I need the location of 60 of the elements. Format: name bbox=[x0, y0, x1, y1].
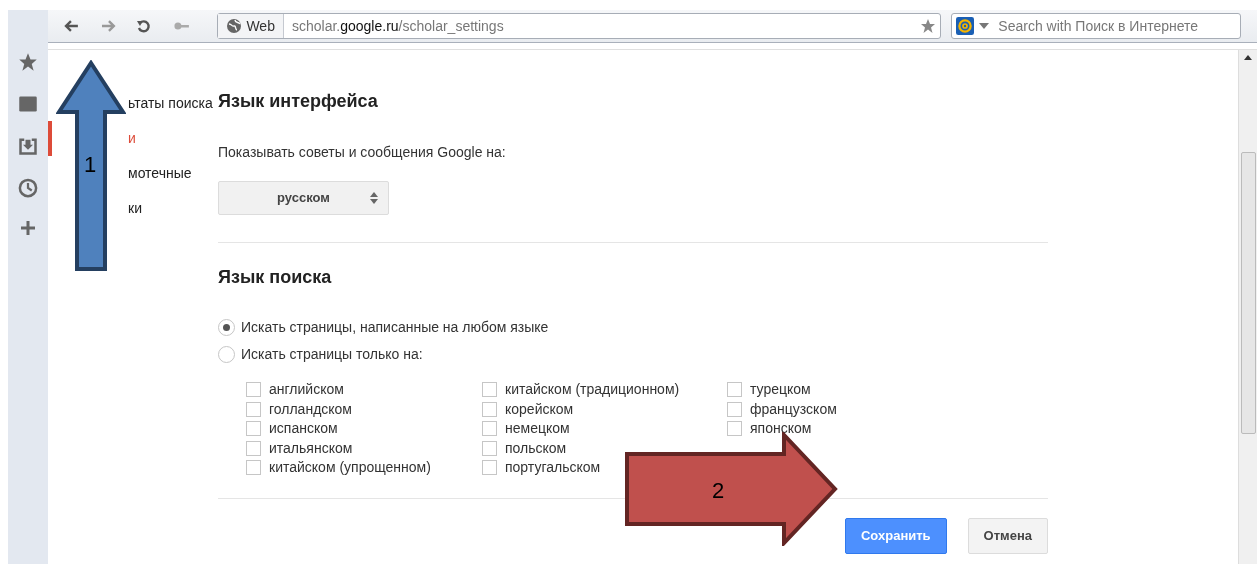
checkbox-label: японском bbox=[750, 419, 812, 439]
radio-button[interactable] bbox=[218, 319, 235, 336]
settings-nav-item[interactable]: и bbox=[128, 128, 136, 149]
checkbox[interactable] bbox=[482, 421, 497, 437]
section-heading: Язык поиска bbox=[218, 266, 333, 289]
download-icon[interactable] bbox=[18, 136, 38, 156]
scroll-up-arrow-icon[interactable] bbox=[1244, 55, 1252, 60]
globe-icon bbox=[226, 18, 243, 34]
caret-icon[interactable] bbox=[979, 23, 990, 29]
checkbox[interactable] bbox=[246, 460, 261, 476]
site-info-chip[interactable]: Web bbox=[218, 14, 284, 38]
clock-icon[interactable] bbox=[18, 178, 38, 198]
up-down-caret-icon bbox=[370, 192, 378, 204]
cancel-button[interactable]: Отмена bbox=[967, 517, 1048, 554]
radio-label: Искать страницы, написанные на любом языке bbox=[241, 318, 549, 337]
checkbox[interactable] bbox=[727, 421, 742, 437]
checkbox-label: португальском bbox=[505, 458, 601, 478]
checkbox-label: голландском bbox=[269, 399, 352, 419]
checkbox-label: корейском bbox=[505, 399, 574, 419]
url-text: scholar.google.ru/scholar_settings bbox=[290, 16, 505, 36]
prompt-text: Показывать советы и сообщения Google на: bbox=[218, 143, 507, 162]
star-icon[interactable] bbox=[920, 18, 937, 34]
checkbox[interactable] bbox=[246, 382, 261, 398]
radio-button[interactable] bbox=[218, 346, 235, 363]
search-placeholder: Search with Поиск в Интернете bbox=[998, 16, 1199, 36]
reload-icon[interactable] bbox=[135, 18, 152, 34]
checkbox-label: китайском (упрощенном) bbox=[269, 458, 431, 478]
settings-nav-item[interactable]: ьтаты поиска bbox=[128, 93, 213, 114]
search-field[interactable]: Search with Поиск в Интернете bbox=[951, 13, 1241, 39]
plus-icon[interactable] bbox=[20, 220, 36, 236]
checkbox[interactable] bbox=[482, 460, 497, 476]
selection-bar bbox=[48, 121, 52, 156]
checkbox[interactable] bbox=[482, 440, 497, 456]
checkbox-label: испанском bbox=[269, 419, 338, 439]
language-select[interactable]: русском bbox=[218, 181, 389, 215]
checkbox-label: французском bbox=[750, 399, 837, 419]
annotation-number: 1 bbox=[84, 152, 97, 177]
settings-nav-item[interactable]: мотечные bbox=[128, 163, 192, 184]
radio-label: Искать страницы только на: bbox=[241, 345, 423, 364]
address-bar[interactable]: Web scholar.google.ru/scholar_settings bbox=[217, 13, 942, 39]
checkbox-label: немецком bbox=[505, 419, 570, 439]
back-arrow-icon[interactable] bbox=[64, 18, 80, 34]
checkbox[interactable] bbox=[482, 401, 497, 417]
annotation-number: 2 bbox=[712, 478, 725, 503]
checkbox[interactable] bbox=[246, 421, 261, 437]
forward-arrow-icon[interactable] bbox=[99, 18, 116, 34]
checkbox-label: итальянском bbox=[269, 438, 353, 458]
section-heading: Язык интерфейса bbox=[218, 90, 379, 113]
checkbox-label: китайском (традиционном) bbox=[505, 380, 680, 400]
star-icon[interactable] bbox=[18, 52, 38, 72]
checkbox[interactable] bbox=[482, 382, 497, 398]
scrollbar[interactable] bbox=[1238, 50, 1257, 564]
checkbox-label: английском bbox=[269, 380, 344, 400]
settings-nav-item[interactable]: ки bbox=[128, 198, 142, 219]
checkbox-label: турецком bbox=[750, 380, 811, 400]
checkbox[interactable] bbox=[246, 440, 261, 456]
checkbox[interactable] bbox=[727, 382, 742, 398]
checkbox-label: польском bbox=[505, 438, 567, 458]
checkbox[interactable] bbox=[727, 401, 742, 417]
checkbox[interactable] bbox=[246, 401, 261, 417]
